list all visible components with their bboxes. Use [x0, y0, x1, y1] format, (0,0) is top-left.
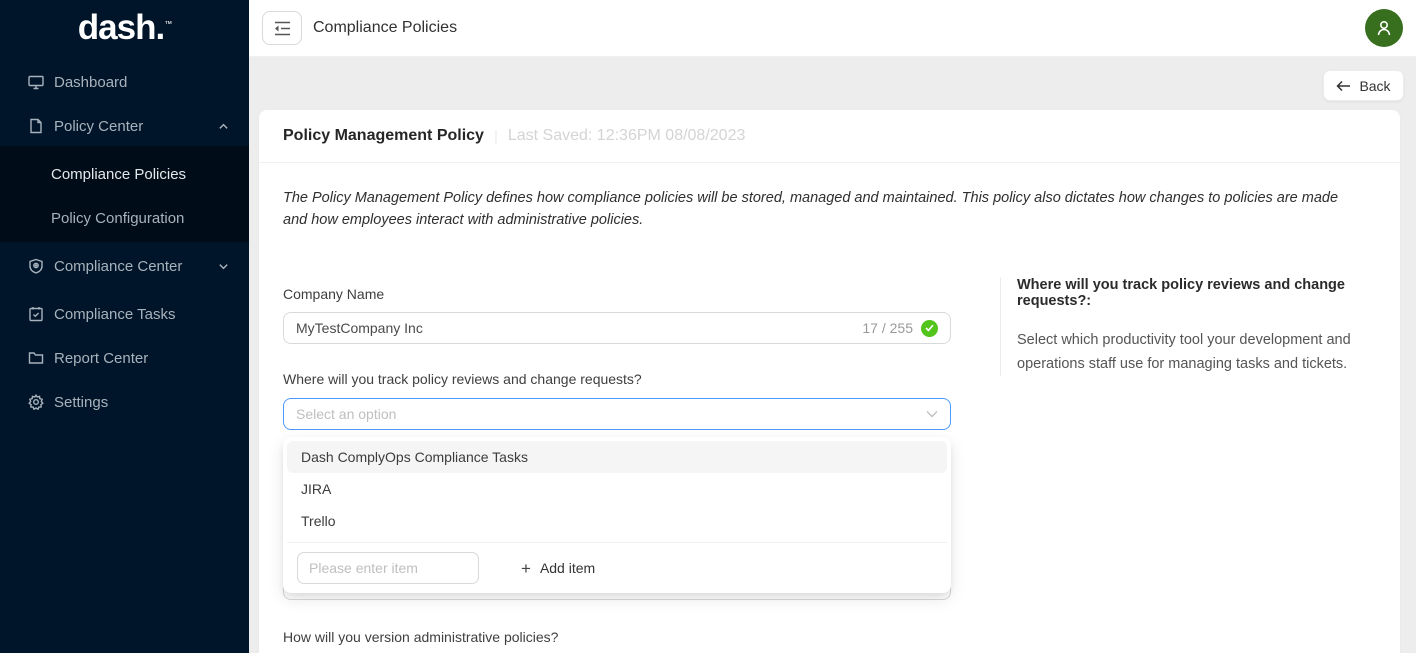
menu-fold-icon [274, 21, 291, 36]
last-saved-timestamp: Last Saved: 12:36PM 08/08/2023 [508, 127, 746, 145]
arrow-left-icon [1336, 80, 1351, 92]
policy-center-submenu: Compliance Policies Policy Configuration [0, 146, 249, 242]
add-item-button[interactable]: + Add item [521, 560, 595, 577]
company-name-value: MyTestCompany Inc [296, 320, 862, 336]
title-separator: | [494, 128, 498, 145]
monitor-icon [28, 74, 44, 90]
card-header: Policy Management Policy | Last Saved: 1… [259, 110, 1400, 163]
gear-icon [28, 394, 44, 410]
dropdown-option[interactable]: Dash ComplyOps Compliance Tasks [287, 441, 947, 473]
add-item-label: Add item [540, 560, 595, 576]
back-button[interactable]: Back [1323, 70, 1404, 101]
select-dropdown-panel: Dash ComplyOps Compliance Tasks JIRA Tre… [283, 437, 951, 593]
app-root: dash.™ Dashboard Policy Center Complianc… [0, 0, 1416, 653]
company-name-label: Company Name [283, 286, 384, 302]
top-header-bar: Compliance Policies [249, 0, 1416, 57]
add-item-placeholder: Please enter item [309, 560, 418, 576]
sidebar-item-compliance-policies[interactable]: Compliance Policies [0, 154, 249, 194]
user-avatar[interactable] [1365, 9, 1403, 47]
track-question-label: Where will you track policy reviews and … [283, 371, 642, 387]
folder-icon [28, 350, 44, 366]
sidebar: dash.™ Dashboard Policy Center Complianc… [0, 0, 249, 653]
sidebar-item-compliance-tasks[interactable]: Compliance Tasks [0, 294, 249, 334]
chevron-down-icon [218, 261, 229, 272]
person-icon [1374, 18, 1394, 38]
chevron-up-icon [218, 121, 229, 132]
help-title: Where will you track policy reviews and … [1017, 277, 1400, 309]
sidebar-item-report-center[interactable]: Report Center [0, 338, 249, 378]
shield-certificate-icon [28, 258, 44, 274]
sidebar-item-label: Compliance Tasks [54, 306, 175, 323]
sidebar-item-label: Report Center [54, 350, 148, 367]
sidebar-item-label: Settings [54, 394, 108, 411]
sidebar-collapse-button[interactable] [262, 11, 302, 45]
sidebar-item-label: Dashboard [54, 74, 127, 91]
valid-check-badge [921, 320, 938, 337]
policy-description: The Policy Management Policy defines how… [283, 187, 1358, 231]
calendar-check-icon [28, 306, 44, 322]
dropdown-footer: Please enter item + Add item [287, 552, 947, 584]
help-body: Select which productivity tool your deve… [1017, 328, 1369, 376]
sidebar-item-policy-center[interactable]: Policy Center [0, 106, 249, 146]
chevron-down-icon [926, 410, 938, 418]
app-logo: dash.™ [0, 8, 249, 56]
sidebar-item-dashboard[interactable]: Dashboard [0, 62, 249, 102]
sidebar-item-label: Compliance Policies [51, 166, 186, 183]
select-placeholder: Select an option [296, 406, 926, 422]
sidebar-item-settings[interactable]: Settings [0, 382, 249, 422]
check-icon [925, 324, 934, 332]
add-item-input[interactable]: Please enter item [297, 552, 479, 584]
dropdown-option[interactable]: Trello [287, 505, 947, 537]
back-button-label: Back [1359, 78, 1390, 94]
dropdown-option[interactable]: JIRA [287, 473, 947, 505]
trademark-symbol: ™ [164, 19, 171, 28]
help-panel: Where will you track policy reviews and … [1000, 277, 1400, 376]
sidebar-item-compliance-center[interactable]: Compliance Center [0, 246, 249, 286]
sidebar-item-label: Policy Center [54, 118, 143, 135]
policy-card: Policy Management Policy | Last Saved: 1… [259, 110, 1400, 653]
sidebar-item-label: Compliance Center [54, 258, 182, 275]
document-icon [28, 118, 44, 134]
company-name-input[interactable]: MyTestCompany Inc 17 / 255 [283, 312, 951, 344]
sidebar-item-label: Policy Configuration [51, 210, 184, 227]
dropdown-divider [287, 542, 947, 543]
plus-icon: + [521, 560, 531, 577]
sidebar-item-policy-configuration[interactable]: Policy Configuration [0, 198, 249, 238]
card-title: Policy Management Policy [283, 127, 484, 145]
content-area: Back Policy Management Policy | Last Sav… [249, 57, 1416, 653]
track-select[interactable]: Select an option [283, 398, 951, 430]
character-counter: 17 / 255 [862, 320, 913, 336]
page-title: Compliance Policies [313, 19, 457, 37]
version-question-label: How will you version administrative poli… [283, 629, 558, 645]
